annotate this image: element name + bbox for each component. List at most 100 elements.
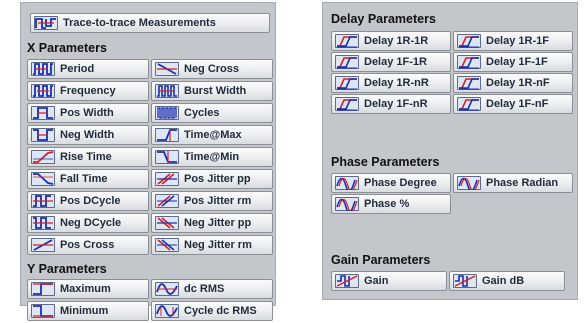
neg-width-icon <box>31 128 55 142</box>
frequency-button[interactable]: Frequency <box>27 81 149 101</box>
delay-1r-nr-label: Delay 1R-nR <box>364 77 429 89</box>
delay-1f-nf-button[interactable]: Delay 1F-nF <box>453 94 573 114</box>
delay-1r-1r-button[interactable]: Delay 1R-1R <box>331 31 451 51</box>
trace-to-trace-label: Trace-to-trace Measurements <box>63 17 216 29</box>
gain-db-button[interactable]: Gain dB <box>449 271 565 291</box>
phase-percent-button[interactable]: Phase % <box>331 194 451 214</box>
neg-jitter-rms-icon <box>155 238 179 252</box>
pos-cross-label: Pos Cross <box>60 239 115 251</box>
delay-icon <box>457 76 481 90</box>
rise-time-label: Rise Time <box>60 151 112 163</box>
neg-jitter-pp-icon <box>155 216 179 230</box>
delay-icon <box>335 76 359 90</box>
cycles-icon <box>155 106 179 120</box>
delay-1r-1f-label: Delay 1R-1F <box>486 35 549 47</box>
period-icon <box>31 62 55 76</box>
time-at-max-icon <box>155 128 179 142</box>
period-label: Period <box>60 63 95 75</box>
rise-time-button[interactable]: Rise Time <box>27 147 149 167</box>
gain-icon <box>453 274 477 288</box>
delay-1r-1f-button[interactable]: Delay 1R-1F <box>453 31 573 51</box>
minimum-label: Minimum <box>60 305 109 317</box>
dc-rms-icon <box>155 282 179 296</box>
frequency-icon <box>31 84 55 98</box>
trace-to-trace-measurements-button[interactable]: Trace-to-trace Measurements <box>30 13 270 33</box>
cycles-label: Cycles <box>184 107 220 119</box>
phase-radian-button[interactable]: Phase Radian <box>453 173 573 193</box>
neg-dcycle-label: Neg DCycle <box>60 217 122 229</box>
neg-cross-icon <box>155 62 179 76</box>
delay-1f-1f-button[interactable]: Delay 1F-1F <box>453 52 573 72</box>
trace-to-trace-icon <box>34 16 58 30</box>
neg-jitter-rm-button[interactable]: Neg Jitter rm <box>151 235 273 255</box>
pos-jitter-pp-button[interactable]: Pos Jitter pp <box>151 169 273 189</box>
dc-rms-label: dc RMS <box>184 283 225 295</box>
x-y-parameters-panel: Trace-to-trace Measurements X Parameters… <box>20 2 276 321</box>
pos-dcycle-icon <box>31 194 55 208</box>
delay-1r-nf-label: Delay 1R-nF <box>486 77 550 89</box>
delay-icon <box>457 34 481 48</box>
pos-cross-icon <box>31 238 55 252</box>
delay-1f-nr-button[interactable]: Delay 1F-nR <box>331 94 451 114</box>
phase-degree-label: Phase Degree <box>364 177 437 189</box>
delay-icon <box>457 97 481 111</box>
pos-jitter-rm-label: Pos Jitter rm <box>184 195 252 207</box>
pos-dcycle-button[interactable]: Pos DCycle <box>27 191 149 211</box>
delay-1r-nf-button[interactable]: Delay 1R-nF <box>453 73 573 93</box>
fall-time-label: Fall Time <box>60 173 108 185</box>
pos-width-button[interactable]: Pos Width <box>27 103 149 123</box>
rise-time-icon <box>31 150 55 164</box>
phase-degree-button[interactable]: Phase Degree <box>331 173 451 193</box>
delay-icon <box>335 55 359 69</box>
phase-radian-label: Phase Radian <box>486 177 559 189</box>
delay-1f-1f-label: Delay 1F-1F <box>486 56 548 68</box>
delay-1f-nf-label: Delay 1F-nF <box>486 98 549 110</box>
cycles-button[interactable]: Cycles <box>151 103 273 123</box>
fall-time-button[interactable]: Fall Time <box>27 169 149 189</box>
neg-cross-button[interactable]: Neg Cross <box>151 59 273 79</box>
maximum-icon <box>31 282 55 296</box>
maximum-label: Maximum <box>60 283 111 295</box>
pos-cross-button[interactable]: Pos Cross <box>27 235 149 255</box>
cycle-dc-rms-label: Cycle dc RMS <box>184 305 257 317</box>
pos-jitter-pp-label: Pos Jitter pp <box>184 173 251 185</box>
delay-icon <box>457 55 481 69</box>
delay-icon <box>335 34 359 48</box>
delay-parameters-heading: Delay Parameters <box>331 12 436 26</box>
phase-icon <box>335 176 359 190</box>
pos-jitter-rm-button[interactable]: Pos Jitter rm <box>151 191 273 211</box>
neg-jitter-pp-button[interactable]: Neg Jitter pp <box>151 213 273 233</box>
period-button[interactable]: Period <box>27 59 149 79</box>
time-at-max-button[interactable]: Time@Max <box>151 125 273 145</box>
minimum-button[interactable]: Minimum <box>27 301 149 321</box>
neg-dcycle-button[interactable]: Neg DCycle <box>27 213 149 233</box>
maximum-button[interactable]: Maximum <box>27 279 149 299</box>
gain-icon <box>335 274 359 288</box>
gain-db-label: Gain dB <box>482 275 525 287</box>
phase-parameters-heading: Phase Parameters <box>331 155 440 169</box>
gain-button[interactable]: Gain <box>331 271 447 291</box>
phase-icon <box>457 176 481 190</box>
fall-time-icon <box>31 172 55 186</box>
gain-label: Gain <box>364 275 389 287</box>
neg-dcycle-icon <box>31 216 55 230</box>
phase-icon <box>335 197 359 211</box>
y-parameters-heading: Y Parameters <box>27 262 107 276</box>
cycle-dc-rms-button[interactable]: Cycle dc RMS <box>151 301 273 321</box>
neg-width-button[interactable]: Neg Width <box>27 125 149 145</box>
burst-width-button[interactable]: Burst Width <box>151 81 273 101</box>
delay-icon <box>335 97 359 111</box>
x-parameters-heading: X Parameters <box>27 41 107 55</box>
time-at-min-icon <box>155 150 179 164</box>
pos-jitter-rms-icon <box>155 194 179 208</box>
cycle-dc-rms-icon <box>155 304 179 318</box>
delay-1r-1r-label: Delay 1R-1R <box>364 35 429 47</box>
pos-jitter-pp-icon <box>155 172 179 186</box>
time-at-min-button[interactable]: Time@Min <box>151 147 273 167</box>
minimum-icon <box>31 304 55 318</box>
burst-width-label: Burst Width <box>184 85 247 97</box>
pos-width-icon <box>31 106 55 120</box>
delay-1f-1r-button[interactable]: Delay 1F-1R <box>331 52 451 72</box>
delay-1r-nr-button[interactable]: Delay 1R-nR <box>331 73 451 93</box>
dc-rms-button[interactable]: dc RMS <box>151 279 273 299</box>
